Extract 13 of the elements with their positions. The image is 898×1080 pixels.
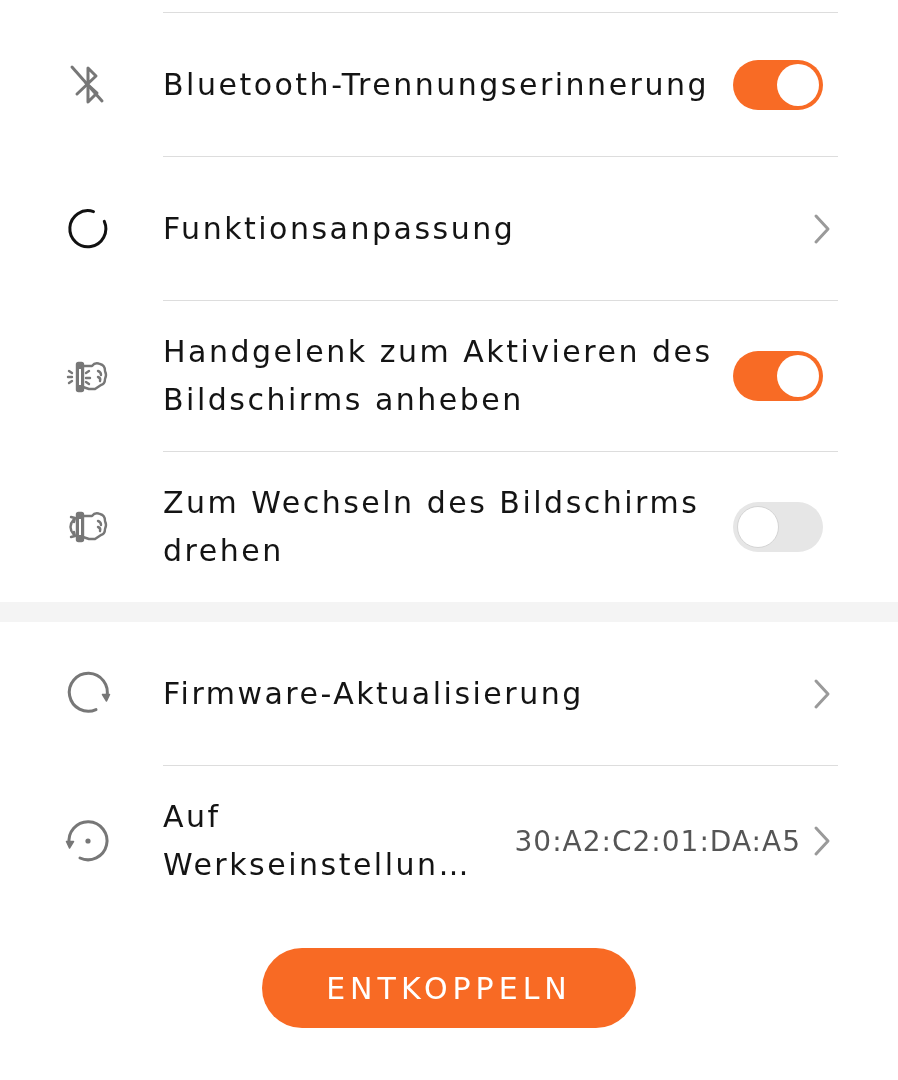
toggle-switch[interactable] (733, 59, 823, 110)
setting-label[interactable]: Firmware-Aktualisierung (163, 669, 799, 718)
setting-label[interactable]: Funktionsanpassung (163, 204, 799, 253)
setting-label[interactable]: Auf Werkseinstellun… (163, 793, 501, 889)
chevron-right-icon (813, 212, 831, 245)
toggle-switch[interactable] (733, 351, 823, 401)
setting-label[interactable]: Handgelenk zum Aktivieren des Bildschirms anheben (163, 328, 719, 424)
setting-label[interactable]: Bluetooth-Trennungserinnerung (163, 60, 719, 109)
toggle-switch[interactable] (733, 502, 823, 552)
chevron-right-icon (813, 825, 831, 857)
chevron-right-icon (813, 677, 831, 710)
setting-label[interactable]: Zum Wechseln des Bildschirms drehen (163, 479, 719, 575)
device-address: 30:A2:C2:01:DA:A5 (514, 824, 801, 858)
